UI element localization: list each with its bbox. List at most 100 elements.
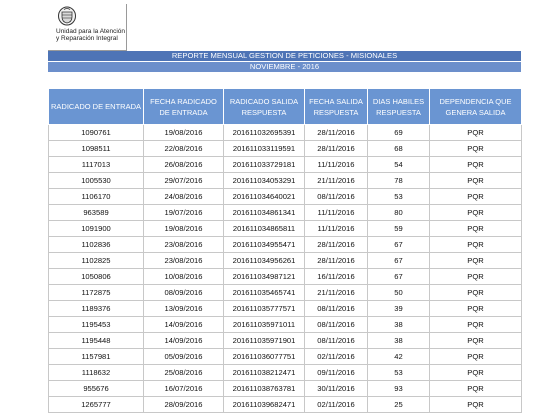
fecha-radicado-cell: 26/08/2016: [143, 156, 224, 173]
fecha-radicado-cell: 19/07/2016: [143, 204, 224, 221]
column-header-dias-habiles: DIAS HABILES RESPUESTA: [367, 88, 430, 125]
fecha-radicado-cell: 10/08/2016: [143, 268, 224, 285]
dependencia-cell: PQR: [429, 252, 522, 269]
table-row: 1265777 28/09/2016 201611039682471 02/11/20…: [48, 396, 522, 413]
dias-habiles-cell: 68: [367, 140, 430, 157]
dias-habiles-cell: 25: [367, 396, 430, 413]
radicado-entrada-cell: 1172875: [48, 284, 144, 301]
column-header-fecha-salida: FECHA SALIDA RESPUESTA: [304, 88, 368, 125]
report-period: NOVIEMBRE - 2016: [48, 62, 521, 73]
dependencia-cell: PQR: [429, 332, 522, 349]
dependencia-cell: PQR: [429, 140, 522, 157]
fecha-salida-cell: 28/11/2016: [304, 252, 368, 269]
fecha-radicado-cell: 23/08/2016: [143, 252, 224, 269]
fecha-salida-cell: 21/11/2016: [304, 284, 368, 301]
report-table: RADICADO DE ENTRADA FECHA RADICADO DE EN…: [48, 88, 522, 413]
table-row: 1005530 29/07/2016 201611034053291 21/11/20…: [48, 172, 522, 189]
radicado-entrada-cell: 1195453: [48, 316, 144, 333]
radicado-salida-cell: 201611034955471: [223, 236, 305, 253]
fecha-salida-cell: 11/11/2016: [304, 204, 368, 221]
fecha-radicado-cell: 16/07/2016: [143, 380, 224, 397]
dias-habiles-cell: 50: [367, 284, 430, 301]
fecha-salida-cell: 11/11/2016: [304, 156, 368, 173]
table-row: 1172875 08/09/2016 201611035465741 21/11/20…: [48, 284, 522, 301]
column-header-radicado-entrada: RADICADO DE ENTRADA: [48, 88, 144, 125]
column-header-radicado-salida: RADICADO SALIDA RESPUESTA: [223, 88, 305, 125]
dependencia-cell: PQR: [429, 268, 522, 285]
radicado-salida-cell: 201611034053291: [223, 172, 305, 189]
fecha-radicado-cell: 08/09/2016: [143, 284, 224, 301]
table-row: 1195448 14/09/2016 201611035971901 08/11/20…: [48, 332, 522, 349]
fecha-radicado-cell: 24/08/2016: [143, 188, 224, 205]
dias-habiles-cell: 67: [367, 236, 430, 253]
table-row: 1118632 25/08/2016 201611038212471 09/11/20…: [48, 364, 522, 381]
table-row: 1106170 24/08/2016 201611034640021 08/11/20…: [48, 188, 522, 205]
radicado-entrada-cell: 1118632: [48, 364, 144, 381]
table-row: 1090761 19/08/2016 201611032695391 28/11/20…: [48, 124, 522, 141]
fecha-salida-cell: 28/11/2016: [304, 236, 368, 253]
column-header-dependencia: DEPENDENCIA QUE GENERA SALIDA: [429, 88, 522, 125]
fecha-salida-cell: 08/11/2016: [304, 316, 368, 333]
fecha-salida-cell: 28/11/2016: [304, 140, 368, 157]
table-row: 1050806 10/08/2016 201611034987121 16/11/20…: [48, 268, 522, 285]
fecha-radicado-cell: 14/09/2016: [143, 332, 224, 349]
radicado-salida-cell: 201611036077751: [223, 348, 305, 365]
fecha-salida-cell: 11/11/2016: [304, 220, 368, 237]
dias-habiles-cell: 39: [367, 300, 430, 317]
dias-habiles-cell: 53: [367, 188, 430, 205]
radicado-salida-cell: 201611034640021: [223, 188, 305, 205]
dias-habiles-cell: 69: [367, 124, 430, 141]
dias-habiles-cell: 59: [367, 220, 430, 237]
table-row: 1189376 13/09/2016 201611035777571 08/11/20…: [48, 300, 522, 317]
radicado-entrada-cell: 1098511: [48, 140, 144, 157]
table-row: 1102836 23/08/2016 201611034955471 28/11/20…: [48, 236, 522, 253]
table-row: 1195453 14/09/2016 201611035971011 08/11/20…: [48, 316, 522, 333]
fecha-salida-cell: 30/11/2016: [304, 380, 368, 397]
dependencia-cell: PQR: [429, 396, 522, 413]
table-row: 1091900 19/08/2016 201611034865811 11/11/20…: [48, 220, 522, 237]
radicado-salida-cell: 201611038763781: [223, 380, 305, 397]
header-row: RADICADO DE ENTRADA FECHA RADICADO DE EN…: [48, 88, 522, 125]
dependencia-cell: PQR: [429, 316, 522, 333]
logo-text-line2: y Reparación Integral: [56, 35, 118, 42]
radicado-entrada-cell: 1189376: [48, 300, 144, 317]
radicado-entrada-cell: 1050806: [48, 268, 144, 285]
fecha-salida-cell: 02/11/2016: [304, 348, 368, 365]
dependencia-cell: PQR: [429, 204, 522, 221]
dias-habiles-cell: 93: [367, 380, 430, 397]
table-header: RADICADO DE ENTRADA FECHA RADICADO DE EN…: [48, 88, 522, 125]
dependencia-cell: PQR: [429, 188, 522, 205]
fecha-radicado-cell: 19/08/2016: [143, 124, 224, 141]
fecha-radicado-cell: 19/08/2016: [143, 220, 224, 237]
dias-habiles-cell: 42: [367, 348, 430, 365]
radicado-entrada-cell: 1265777: [48, 396, 144, 413]
fecha-radicado-cell: 13/09/2016: [143, 300, 224, 317]
dias-habiles-cell: 38: [367, 316, 430, 333]
radicado-entrada-cell: 1091900: [48, 220, 144, 237]
radicado-entrada-cell: 1102836: [48, 236, 144, 253]
radicado-salida-cell: 201611033119591: [223, 140, 305, 157]
radicado-entrada-cell: 1090761: [48, 124, 144, 141]
fecha-radicado-cell: 05/09/2016: [143, 348, 224, 365]
radicado-salida-cell: 201611034987121: [223, 268, 305, 285]
report-header: REPORTE MENSUAL GESTION DE PETICIONES - …: [48, 51, 521, 73]
radicado-entrada-cell: 1195448: [48, 332, 144, 349]
radicado-salida-cell: 201611035777571: [223, 300, 305, 317]
radicado-entrada-cell: 955676: [48, 380, 144, 397]
dependencia-cell: PQR: [429, 364, 522, 381]
dias-habiles-cell: 80: [367, 204, 430, 221]
dependencia-cell: PQR: [429, 236, 522, 253]
radicado-entrada-cell: 1106170: [48, 188, 144, 205]
dependencia-cell: PQR: [429, 284, 522, 301]
dependencia-cell: PQR: [429, 124, 522, 141]
fecha-radicado-cell: 25/08/2016: [143, 364, 224, 381]
coat-of-arms-icon: [58, 6, 76, 26]
dependencia-cell: PQR: [429, 156, 522, 173]
radicado-salida-cell: 201611039682471: [223, 396, 305, 413]
radicado-salida-cell: 201611035971901: [223, 332, 305, 349]
fecha-radicado-cell: 14/09/2016: [143, 316, 224, 333]
dias-habiles-cell: 67: [367, 252, 430, 269]
institution-logo: Unidad para la Atención y Reparación Int…: [48, 4, 127, 51]
radicado-salida-cell: 201611035971011: [223, 316, 305, 333]
radicado-salida-cell: 201611033729181: [223, 156, 305, 173]
